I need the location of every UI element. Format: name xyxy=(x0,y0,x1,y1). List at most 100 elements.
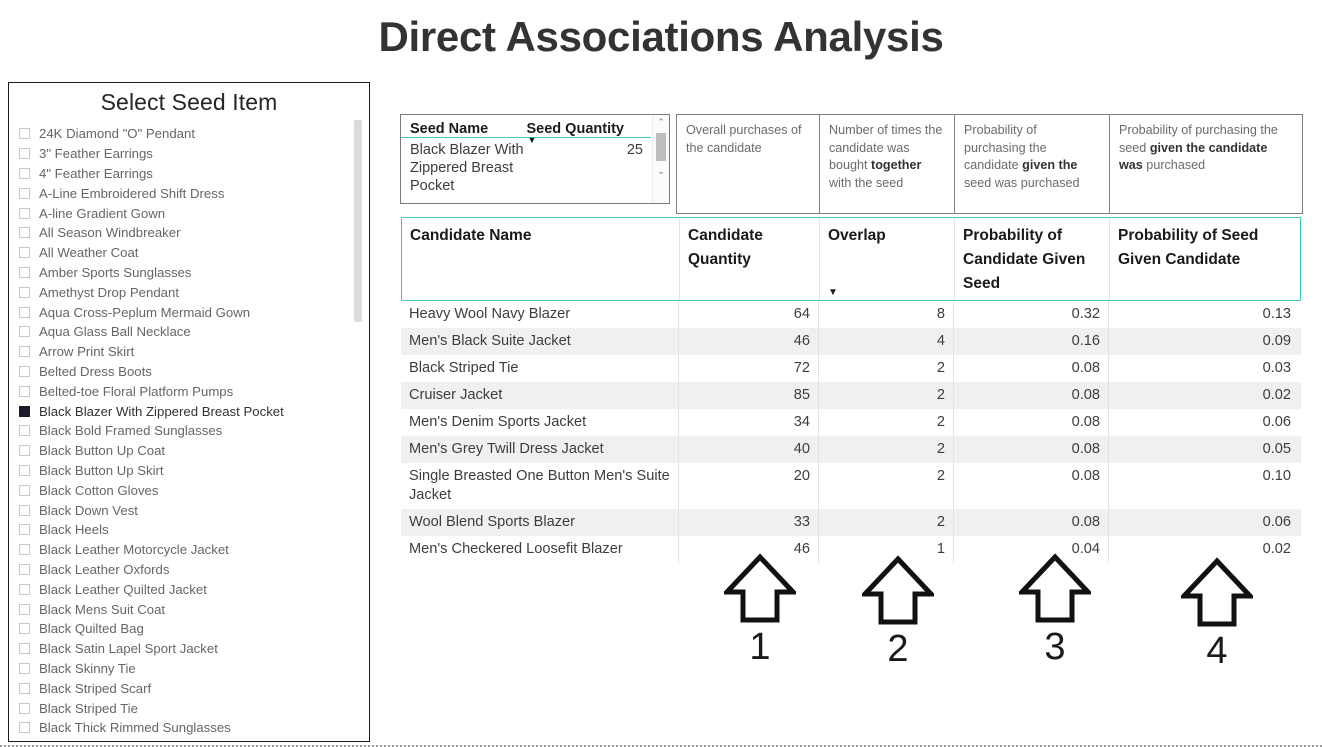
candidate-column-header[interactable]: Candidate Quantity xyxy=(680,218,820,300)
checkbox-checked-icon[interactable] xyxy=(19,405,30,417)
checkbox-unchecked-icon[interactable] xyxy=(19,722,30,734)
slicer-item[interactable]: 3" Feather Earrings xyxy=(19,144,345,164)
slicer-item[interactable]: Black Blazer With Zippered Breast Pocket xyxy=(19,401,345,421)
slicer-item-label: A-line Gradient Gown xyxy=(39,205,166,221)
slicer-item[interactable]: Belted-toe Floral Platform Pumps xyxy=(19,381,345,401)
checkbox-unchecked-icon[interactable] xyxy=(19,524,30,536)
checkbox-unchecked-icon[interactable] xyxy=(19,326,30,338)
seed-quantity-column-header[interactable]: Seed Quantity ▼ xyxy=(526,121,644,145)
arrow-callout-4: 4 xyxy=(1167,556,1267,672)
up-arrow-icon xyxy=(862,555,934,625)
table-row[interactable]: Single Breasted One Button Men's Suite J… xyxy=(401,463,1301,509)
slicer-item[interactable]: Aqua Glass Ball Necklace xyxy=(19,322,345,342)
slicer-item[interactable]: A-Line Embroidered Shift Dress xyxy=(19,183,345,203)
checkbox-unchecked-icon[interactable] xyxy=(19,286,30,298)
checkbox-unchecked-icon[interactable] xyxy=(19,464,30,476)
candidate-column-header[interactable]: Candidate Name xyxy=(402,218,680,300)
checkbox-unchecked-icon[interactable] xyxy=(19,484,30,496)
candidate-value-cell: 34 xyxy=(679,409,819,436)
slicer-item[interactable]: Amber Sports Sunglasses xyxy=(19,263,345,283)
candidate-column-header[interactable]: Probability of Seed Given Candidate xyxy=(1110,218,1300,300)
candidate-value-cell: 0.08 xyxy=(954,382,1109,409)
slicer-item[interactable]: 4" Feather Earrings xyxy=(19,164,345,184)
candidate-associations-table: Candidate Name Candidate Quantity Overlap ▼… xyxy=(401,217,1301,563)
seed-scrollbar-thumb[interactable] xyxy=(656,133,666,161)
slicer-item[interactable]: Black Button Up Coat xyxy=(19,441,345,461)
seed-quantity-header-label: Seed Quantity xyxy=(526,121,625,137)
table-row[interactable]: Men's Black Suite Jacket 46 4 0.16 0.09 xyxy=(401,328,1301,355)
checkbox-unchecked-icon[interactable] xyxy=(19,445,30,457)
checkbox-unchecked-icon[interactable] xyxy=(19,365,30,377)
checkbox-unchecked-icon[interactable] xyxy=(19,266,30,278)
description-box-1: Overall purchases of the candidate xyxy=(676,114,819,214)
slicer-item[interactable]: A-line Gradient Gown xyxy=(19,203,345,223)
checkbox-unchecked-icon[interactable] xyxy=(19,702,30,714)
candidate-column-header[interactable]: Overlap ▼ xyxy=(820,218,955,300)
slicer-title: Select Seed Item xyxy=(100,89,278,115)
candidate-table-body: Heavy Wool Navy Blazer 64 8 0.32 0.13 Men's B… xyxy=(401,301,1301,563)
checkbox-unchecked-icon[interactable] xyxy=(19,187,30,199)
checkbox-unchecked-icon[interactable] xyxy=(19,385,30,397)
table-row[interactable]: Black Striped Tie 72 2 0.08 0.03 xyxy=(401,355,1301,382)
slicer-item-label: Belted-toe Floral Platform Pumps xyxy=(39,383,234,399)
up-arrow-icon xyxy=(1181,557,1253,627)
slicer-item[interactable]: Black Button Up Skirt xyxy=(19,461,345,481)
slicer-item[interactable]: Black Heels xyxy=(19,520,345,540)
candidate-column-header-label: Probability of Candidate Given Seed xyxy=(963,227,1086,292)
checkbox-unchecked-icon[interactable] xyxy=(19,227,30,239)
callout-number: 1 xyxy=(749,626,771,668)
table-row[interactable]: Men's Denim Sports Jacket 34 2 0.08 0.06 xyxy=(401,409,1301,436)
callout-number: 4 xyxy=(1206,630,1228,672)
candidate-value-cell: 0.06 xyxy=(1262,414,1291,430)
slicer-item[interactable]: Black Bold Framed Sunglasses xyxy=(19,421,345,441)
seed-name-value: Black Blazer With Zippered Breast Pocket xyxy=(410,142,524,194)
checkbox-unchecked-icon[interactable] xyxy=(19,346,30,358)
description-text: purchased xyxy=(1142,158,1206,172)
seed-name-column-header[interactable]: Seed Name xyxy=(410,121,527,137)
candidate-column-header[interactable]: Probability of Candidate Given Seed xyxy=(955,218,1110,300)
slicer-item[interactable]: Black Down Vest xyxy=(19,500,345,520)
candidate-value-cell: 0.32 xyxy=(954,301,1109,328)
slicer-item-label: Black Heels xyxy=(39,522,109,538)
seed-table-row[interactable]: Black Blazer With Zippered Breast Pocket… xyxy=(401,138,651,195)
table-row[interactable]: Wool Blend Sports Blazer 33 2 0.08 0.06 xyxy=(401,509,1301,536)
slicer-item[interactable]: Black Cotton Gloves xyxy=(19,480,345,500)
checkbox-unchecked-icon[interactable] xyxy=(19,167,30,179)
slicer-item-label: Black Thick Rimmed Sunglasses xyxy=(39,720,231,736)
checkbox-unchecked-icon[interactable] xyxy=(19,128,30,140)
slicer-item-label: Black Down Vest xyxy=(39,502,138,518)
slicer-item[interactable]: Amethyst Drop Pendant xyxy=(19,282,345,302)
arrow-callout-3: 3 xyxy=(1005,552,1105,668)
candidate-value-cell: 46 xyxy=(679,328,819,355)
scroll-down-icon[interactable]: ⌄ xyxy=(653,164,669,179)
table-row[interactable]: Heavy Wool Navy Blazer 64 8 0.32 0.13 xyxy=(401,301,1301,328)
table-row[interactable]: Men's Grey Twill Dress Jacket 40 2 0.08 0.05 xyxy=(401,436,1301,463)
slicer-item[interactable]: All Season Windbreaker xyxy=(19,223,345,243)
candidate-value-cell: 0.08 xyxy=(954,409,1109,436)
candidate-value-cell: 0.02 xyxy=(1262,387,1291,403)
candidate-value-cell: 64 xyxy=(679,301,819,328)
candidate-value-cell: 0.06 xyxy=(1262,514,1291,530)
candidate-value-cell: 85 xyxy=(679,382,819,409)
checkbox-unchecked-icon[interactable] xyxy=(19,504,30,516)
seed-table-scrollbar[interactable]: ⌃ ⌄ xyxy=(652,115,669,203)
column-description-callouts: Overall purchases of the candidate Numbe… xyxy=(676,114,1303,214)
candidate-value-cell: 0.08 xyxy=(954,463,1109,509)
slicer-item[interactable]: Aqua Cross-Peplum Mermaid Gown xyxy=(19,302,345,322)
description-box-2: Number of times the candidate was bought… xyxy=(819,114,954,214)
checkbox-unchecked-icon[interactable] xyxy=(19,425,30,437)
slicer-item[interactable]: 24K Diamond "O" Pendant xyxy=(19,124,345,144)
table-row[interactable]: Cruiser Jacket 85 2 0.08 0.02 xyxy=(401,382,1301,409)
slicer-item[interactable]: Arrow Print Skirt xyxy=(19,342,345,362)
candidate-value-cell: 0.08 xyxy=(954,436,1109,463)
scroll-up-icon[interactable]: ⌃ xyxy=(653,115,669,130)
slicer-item[interactable]: Black Twill Dressy Baseball Cap xyxy=(19,738,345,741)
slicer-scrollbar-thumb[interactable] xyxy=(354,120,362,322)
slicer-item[interactable]: All Weather Coat xyxy=(19,243,345,263)
slicer-item[interactable]: Belted Dress Boots xyxy=(19,362,345,382)
checkbox-unchecked-icon[interactable] xyxy=(19,306,30,318)
checkbox-unchecked-icon[interactable] xyxy=(19,207,30,219)
slicer-item[interactable]: Black Thick Rimmed Sunglasses xyxy=(19,718,345,738)
checkbox-unchecked-icon[interactable] xyxy=(19,247,30,259)
checkbox-unchecked-icon[interactable] xyxy=(19,148,30,160)
